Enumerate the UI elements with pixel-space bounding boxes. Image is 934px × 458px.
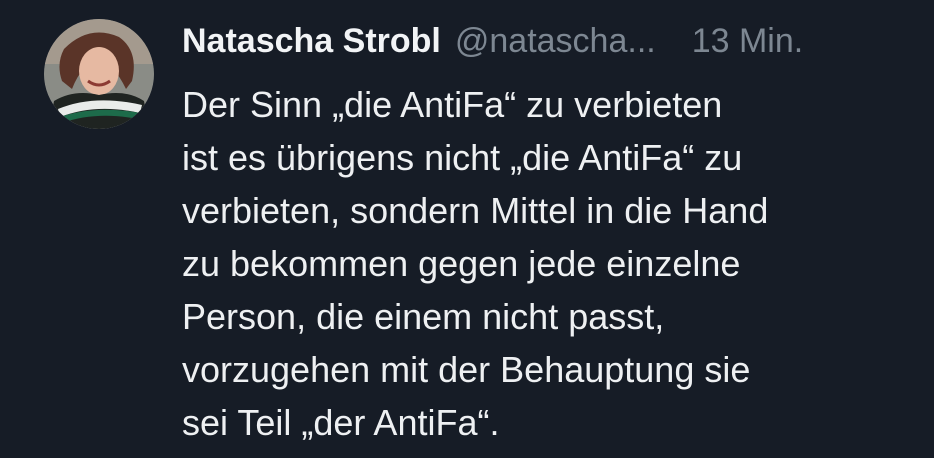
avatar[interactable] [44,19,154,129]
tweet-text-line: verbieten, sondern Mittel in die Hand [182,190,769,231]
tweet-card[interactable]: Natascha Strobl @natascha... 13 Min. Der… [0,0,934,458]
tweet-text-line: zu bekommen gegen jede einzelne [182,243,741,284]
tweet-header: Natascha Strobl @natascha... 13 Min. [182,22,912,68]
tweet-text-line: vorzugehen mit der Behauptung sie [182,349,751,390]
tweet-text: Der Sinn „die AntiFa“ zu verbieten ist e… [182,78,882,449]
tweet-text-line: Der Sinn „die AntiFa“ zu verbieten [182,84,723,125]
author-name[interactable]: Natascha Strobl [182,22,441,61]
profile-photo-icon [44,19,154,129]
tweet-text-line: ist es übrigens nicht „die AntiFa“ zu [182,137,743,178]
tweet-content: Natascha Strobl @natascha... 13 Min. Der… [182,22,912,449]
tweet-text-line: Person, die einem nicht passt, [182,296,665,337]
author-handle[interactable]: @natascha... [455,22,656,61]
tweet-timestamp[interactable]: 13 Min. [692,22,804,61]
tweet-text-line: sei Teil „der AntiFa“. [182,402,500,443]
